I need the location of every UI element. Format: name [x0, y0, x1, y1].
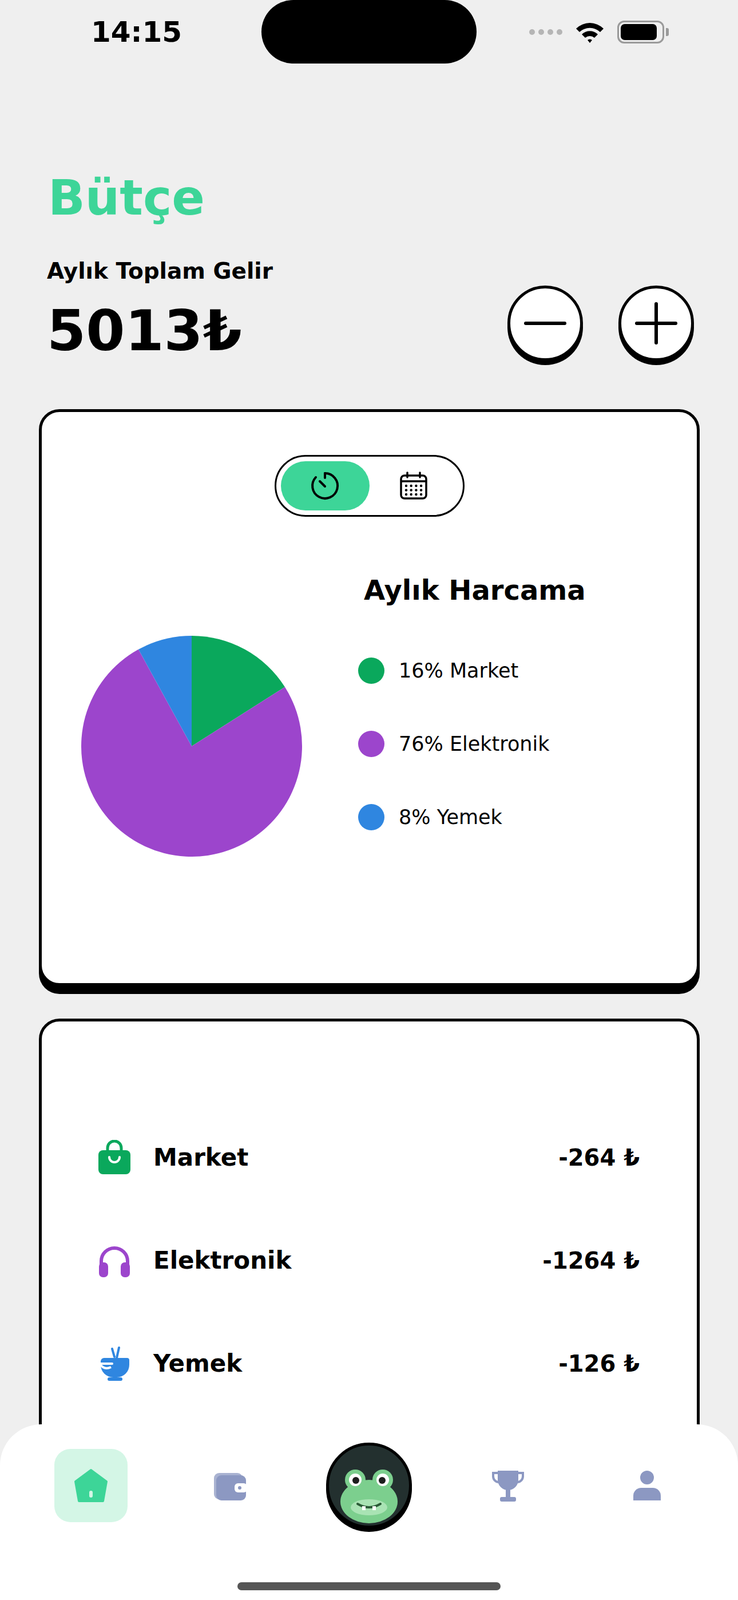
wifi-icon [574, 20, 605, 44]
view-toggle [274, 454, 465, 517]
page-title: Bütçe [0, 168, 738, 228]
trophy-icon [489, 1466, 527, 1504]
legend-dot [358, 730, 385, 757]
chart-title: Aylık Harcama [363, 572, 586, 607]
pie-chart [81, 635, 303, 857]
legend-label: 8% Yemek [398, 804, 503, 830]
cellular-signal-icon [529, 29, 563, 35]
battery-fill [620, 24, 657, 41]
calendar-icon [398, 470, 430, 502]
home-nav-item[interactable] [54, 1448, 128, 1522]
timer-icon [309, 470, 341, 502]
shopping-bag-icon [96, 1139, 133, 1176]
legend-item: 8% Yemek [358, 803, 550, 831]
trophy-nav-item[interactable] [471, 1448, 545, 1522]
home-indicator [237, 1581, 501, 1590]
chart-row: Aylık Harcama 16% Market 76% Elektronik 8% … [81, 572, 697, 857]
income-actions [507, 285, 694, 361]
headphones-icon [96, 1242, 133, 1279]
legend-item: 16% Market [358, 657, 550, 684]
legend-dot [358, 803, 385, 831]
transaction-amount: -264 ₺ [558, 1142, 640, 1173]
income-amount: 5013₺ [46, 299, 273, 363]
dynamic-island [261, 0, 477, 64]
status-icons [476, 20, 738, 44]
bottom-nav [0, 1423, 738, 1600]
spending-chart-card: Aylık Harcama 16% Market 76% Elektronik 8% … [38, 409, 700, 986]
timer-toggle[interactable] [280, 461, 370, 511]
home-icon [73, 1467, 109, 1503]
frog-mascot-icon [328, 1445, 410, 1526]
transaction-name: Yemek [153, 1348, 538, 1379]
legend-label: 16% Market [398, 657, 519, 684]
minus-icon [523, 301, 567, 345]
minus-button[interactable] [507, 285, 583, 361]
transaction-row[interactable]: Market -264 ₺ [96, 1105, 640, 1209]
calendar-toggle[interactable] [369, 461, 459, 511]
legend-label: 76% Elektronik [398, 731, 550, 757]
transaction-name: Elektronik [153, 1245, 522, 1276]
legend-item: 76% Elektronik [358, 730, 550, 757]
income-row: Aylık Toplam Gelir 5013₺ [0, 258, 738, 363]
plus-icon [634, 301, 678, 345]
chart-legend: Aylık Harcama 16% Market 76% Elektronik 8% … [358, 572, 586, 831]
transaction-amount: -1264 ₺ [542, 1245, 640, 1276]
transaction-amount: -126 ₺ [558, 1348, 640, 1379]
budget-screen: 14:15 Bütçe Aylık Toplam Gelir 5013₺ Aylık H… [0, 0, 738, 1600]
pie-slice [138, 635, 192, 747]
profile-icon [629, 1467, 665, 1503]
transaction-row[interactable]: Elektronik -1264 ₺ [96, 1208, 640, 1312]
status-bar: 14:15 [0, 0, 738, 64]
status-time: 14:15 [0, 15, 262, 49]
battery-icon [617, 20, 669, 44]
transaction-name: Market [153, 1142, 538, 1173]
wallet-icon [211, 1466, 249, 1504]
income-label: Aylık Toplam Gelir [46, 258, 273, 285]
wallet-nav-item[interactable] [193, 1448, 267, 1522]
profile-nav-item[interactable] [610, 1448, 684, 1522]
mascot-button[interactable] [326, 1442, 412, 1529]
food-bowl-icon [96, 1344, 133, 1382]
transaction-row[interactable]: Yemek -126 ₺ [96, 1311, 640, 1415]
plus-button[interactable] [618, 285, 694, 361]
legend-dot [358, 657, 385, 684]
